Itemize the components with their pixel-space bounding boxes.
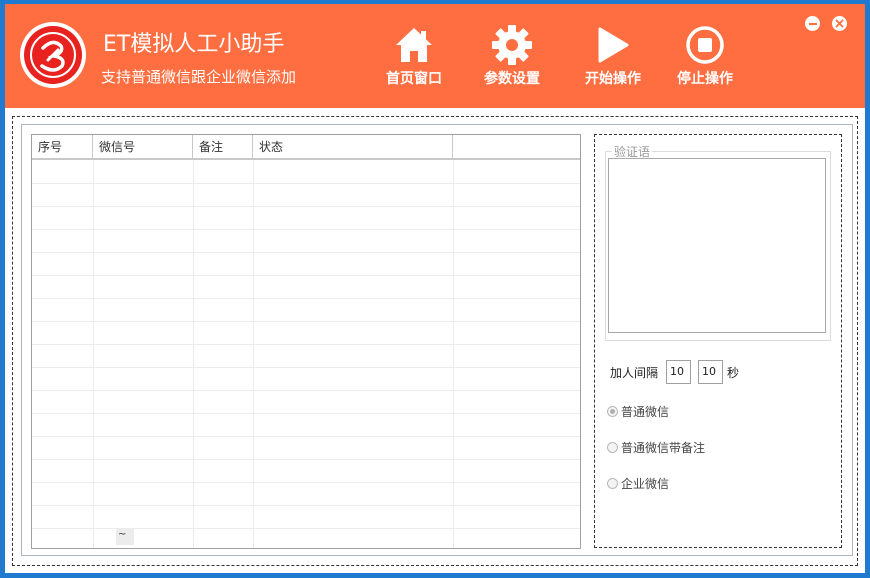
app-title: ET模拟人工小助手 [103, 32, 285, 57]
row-divider [32, 275, 580, 276]
settings-label: 参数设置 [484, 71, 540, 87]
interval-unit-label: 秒 [727, 366, 740, 380]
row-divider [32, 321, 580, 322]
row-divider [32, 505, 580, 506]
mode-label-normal-with-remark: 普通微信带备注 [621, 441, 706, 455]
mode-label-normal: 普通微信 [621, 405, 670, 419]
app-header: ET模拟人工小助手 支持普通微信跟企业微信添加 首页窗口 参数设置 开始操作 停… [5, 4, 865, 108]
minimize-icon [808, 22, 817, 25]
radio-indicator[interactable] [607, 442, 618, 453]
main-content: 序号 微信号 备注 状态 ~ 验证语 加人间隔 10 10 秒 普通微信 普通微… [5, 108, 865, 573]
home-icon [374, 22, 454, 68]
column-divider [93, 160, 94, 548]
settings-panel: 验证语 加人间隔 10 10 秒 普通微信 普通微信带备注 企业微信 [594, 134, 842, 548]
row-divider [32, 390, 580, 391]
radio-indicator[interactable] [607, 406, 618, 417]
gear-icon [472, 22, 552, 68]
play-icon [573, 22, 653, 68]
column-header-status[interactable]: 状态 [253, 135, 453, 159]
settings-button[interactable]: 参数设置 [472, 22, 552, 92]
home-window-button[interactable]: 首页窗口 [374, 22, 454, 92]
row-divider [32, 183, 580, 184]
radio-indicator[interactable] [607, 478, 618, 489]
interval-min-input[interactable]: 10 [666, 360, 691, 384]
verification-message-input[interactable] [608, 158, 826, 333]
mode-radio-enterprise[interactable]: 企业微信 [607, 475, 669, 492]
stop-label: 停止操作 [677, 71, 733, 87]
row-divider [32, 229, 580, 230]
row-divider [32, 436, 580, 437]
column-header-wechat-id[interactable]: 微信号 [93, 135, 193, 159]
start-button[interactable]: 开始操作 [573, 22, 653, 92]
home-window-label: 首页窗口 [386, 71, 442, 87]
row-divider [32, 413, 580, 414]
stop-icon [665, 22, 745, 68]
column-header-index[interactable]: 序号 [32, 135, 93, 159]
column-divider [253, 160, 254, 548]
column-divider [193, 160, 194, 548]
column-divider [453, 160, 454, 548]
table-header: 序号 微信号 备注 状态 [32, 135, 580, 160]
contact-table[interactable]: 序号 微信号 备注 状态 ~ [31, 134, 581, 549]
minimize-button[interactable] [805, 16, 820, 31]
row-divider [32, 252, 580, 253]
row-divider [32, 528, 580, 529]
mode-label-enterprise: 企业微信 [621, 477, 670, 491]
row-divider [32, 367, 580, 368]
app-logo [20, 22, 86, 88]
verification-message-group: 验证语 [605, 143, 831, 341]
app-window: ET模拟人工小助手 支持普通微信跟企业微信添加 首页窗口 参数设置 开始操作 停… [0, 0, 870, 578]
start-label: 开始操作 [585, 71, 641, 87]
interval-max-input[interactable]: 10 [698, 360, 723, 384]
app-subtitle: 支持普通微信跟企业微信添加 [101, 68, 297, 86]
column-header-remark[interactable]: 备注 [193, 135, 253, 159]
close-button[interactable] [832, 16, 847, 31]
row-divider [32, 459, 580, 460]
logo-mark-icon [24, 26, 82, 84]
column-header-blank[interactable] [453, 135, 580, 159]
stop-button[interactable]: 停止操作 [665, 22, 745, 92]
row-divider [32, 482, 580, 483]
mode-radio-normal-with-remark[interactable]: 普通微信带备注 [607, 439, 705, 456]
row-divider [32, 344, 580, 345]
row-divider [32, 206, 580, 207]
table-cell-marker: ~ [116, 529, 134, 545]
mode-radio-normal[interactable]: 普通微信 [607, 403, 669, 420]
row-divider [32, 298, 580, 299]
close-icon [835, 19, 844, 28]
add-interval-label: 加人间隔 [610, 366, 659, 380]
